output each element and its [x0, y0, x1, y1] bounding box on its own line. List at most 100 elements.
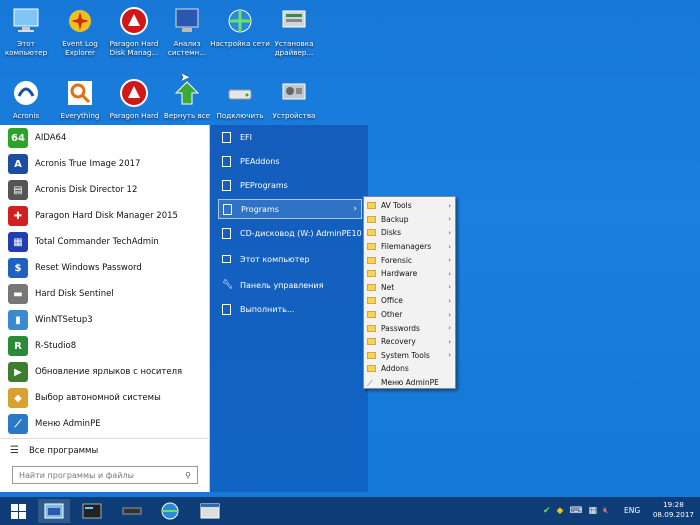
chevron-right-icon: › [448, 351, 451, 360]
submenu-item-label: Addons [381, 364, 409, 374]
folder-icon [367, 297, 376, 305]
acronis-icon [9, 76, 43, 110]
language-indicator[interactable]: ENG [624, 506, 640, 515]
tray-icon-green[interactable]: ✔ [543, 506, 551, 516]
tray-icon-keyboard[interactable]: ⌨ [569, 506, 582, 516]
places-item-efi[interactable]: EFI [218, 128, 362, 146]
total-commander-icon: ▦ [8, 232, 28, 252]
folder-icon [367, 311, 376, 319]
submenu-item[interactable]: ⟋ Меню AdminPE [364, 376, 455, 390]
submenu-item[interactable]: Disks › [364, 226, 455, 240]
all-programs-button[interactable]: ☰ Все программы [0, 438, 210, 462]
system-tray: ✔ ◆ ⌨ ▦ 🔇︎ [540, 497, 612, 525]
folder-icon [222, 179, 231, 191]
start-program-label: Меню AdminPE [35, 419, 101, 429]
submenu-item[interactable]: Filemanagers › [364, 240, 455, 254]
submenu-item[interactable]: AV Tools › [364, 199, 455, 213]
desktop-icon-system-analysis[interactable]: Анализ системн... [157, 4, 217, 57]
taskbar-app-explorer[interactable] [38, 499, 70, 523]
submenu-item[interactable]: Other › [364, 308, 455, 322]
start-program-item[interactable]: ✚ Paragon Hard Disk Manager 2015 [0, 203, 209, 229]
submenu-item[interactable]: Hardware › [364, 267, 455, 281]
start-button[interactable] [0, 497, 36, 525]
start-program-item[interactable]: 64 AIDA64 [0, 125, 209, 151]
submenu-item-label: Меню AdminPE [381, 378, 439, 388]
acronis-true-image-icon: A [8, 154, 28, 174]
start-program-label: Hard Disk Sentinel [35, 289, 114, 299]
places-item-peaddons[interactable]: PEAddons [218, 152, 362, 170]
submenu-item[interactable]: Forensic › [364, 253, 455, 267]
tray-icon-yellow[interactable]: ◆ [557, 506, 564, 516]
folder-icon [367, 243, 376, 251]
start-program-item[interactable]: $ Reset Windows Password [0, 255, 209, 281]
start-program-item[interactable]: ◆ Выбор автономной системы [0, 385, 209, 411]
submenu-item[interactable]: Backup › [364, 213, 455, 227]
places-item-label: EFI [240, 132, 253, 142]
places-item-this-computer[interactable]: Этот компьютер [218, 250, 362, 268]
volume-icon[interactable]: 🔇︎ [603, 506, 609, 516]
clock-date: 08.09.2017 [652, 510, 694, 519]
start-menu-places-pane: EFI PEAddons PEPrograms Programs › CD-ди… [210, 125, 368, 492]
computer-icon [222, 255, 231, 263]
taskbar-app-window[interactable] [194, 499, 226, 523]
cd-drive-icon [222, 227, 231, 239]
places-item-label: Выполнить... [240, 304, 295, 314]
windows-logo-icon [10, 503, 26, 519]
desktop-icon-devices[interactable]: Устройства [264, 76, 324, 121]
submenu-item[interactable]: Office › [364, 294, 455, 308]
folder-icon [367, 229, 376, 237]
places-item-cd-drive[interactable]: CD-дисковод (W:) AdminPE10 [218, 224, 362, 242]
start-program-label: Acronis Disk Director 12 [35, 185, 138, 195]
start-program-item[interactable]: ▬ Hard Disk Sentinel [0, 281, 209, 307]
desktop-icon-driver-install[interactable]: Установка драйвер... [264, 4, 324, 57]
network-icon [161, 502, 179, 520]
start-program-item[interactable]: ▤ Acronis Disk Director 12 [0, 177, 209, 203]
network-tray-icon[interactable]: ▦ [588, 506, 597, 516]
desktop-icon-event-log-explorer[interactable]: Event Log Explorer [50, 4, 110, 57]
folder-icon [367, 324, 376, 332]
winntsetup-icon: ▮ [8, 310, 28, 330]
programs-submenu: AV Tools › Backup › Disks › Filemanagers › Foren… [363, 196, 456, 389]
submenu-item[interactable]: Passwords › [364, 321, 455, 335]
submenu-item[interactable]: Recovery › [364, 335, 455, 349]
drive-icon [222, 131, 231, 143]
start-program-label: Обновление ярлыков с носителя [35, 367, 183, 377]
adminpe-menu-icon: ⟋ [8, 414, 28, 434]
desktop-icon-paragon-hard[interactable]: Paragon Hard [104, 76, 164, 121]
desktop-icon-connect[interactable]: Подключить [210, 76, 270, 121]
places-item-peprograms[interactable]: PEPrograms [218, 176, 362, 194]
start-program-item[interactable]: ⟋ Меню AdminPE [0, 411, 209, 437]
start-program-item[interactable]: ▦ Total Commander TechAdmin [0, 229, 209, 255]
submenu-item[interactable]: Net › [364, 281, 455, 295]
desktop-icon-network-settings[interactable]: Настройка сети [210, 4, 270, 49]
submenu-item[interactable]: Addons [364, 362, 455, 376]
r-studio-icon: R [8, 336, 28, 356]
clock-time: 19:28 [663, 500, 684, 509]
start-program-item[interactable]: ▮ WinNTSetup3 [0, 307, 209, 333]
desktop-icon-everything[interactable]: Everything [50, 76, 110, 121]
start-program-item[interactable]: R R-Studio8 [0, 333, 209, 359]
desktop-icon-paragon-hdm[interactable]: Paragon Hard Disk Manag... [104, 4, 164, 57]
wrench-icon: 🔧︎ [222, 279, 234, 290]
desktop-icon-this-computer[interactable]: Этот компьютер [0, 4, 56, 57]
places-item-programs[interactable]: Programs › [218, 199, 362, 219]
places-item-control-panel[interactable]: 🔧︎ Панель управления [218, 276, 362, 294]
taskbar-app-network[interactable] [154, 499, 186, 523]
taskbar-app-terminal[interactable] [76, 499, 108, 523]
search-input[interactable]: Найти программы и файлы ⚲ [12, 466, 198, 484]
submenu-item[interactable]: System Tools › [364, 349, 455, 363]
places-item-run[interactable]: Выполнить... [218, 300, 362, 318]
chevron-right-icon: › [448, 337, 451, 346]
desktop-icon-acronis[interactable]: Acronis [0, 76, 56, 121]
aida64-icon: 64 [8, 128, 28, 148]
taskbar: ✔ ◆ ⌨ ▦ 🔇︎ ENG 19:28 08.09.2017 [0, 497, 700, 525]
taskbar-app-memory[interactable] [116, 499, 148, 523]
start-program-item[interactable]: A Acronis True Image 2017 [0, 151, 209, 177]
start-program-item[interactable]: ▶ Обновление ярлыков с носителя [0, 359, 209, 385]
paragon-icon: ✚ [8, 206, 28, 226]
chevron-right-icon: › [448, 283, 451, 292]
folder-icon [367, 215, 376, 223]
start-program-label: Total Commander TechAdmin [35, 237, 159, 247]
paragon-icon [117, 76, 151, 110]
clock[interactable]: 19:28 08.09.2017 [653, 500, 694, 520]
